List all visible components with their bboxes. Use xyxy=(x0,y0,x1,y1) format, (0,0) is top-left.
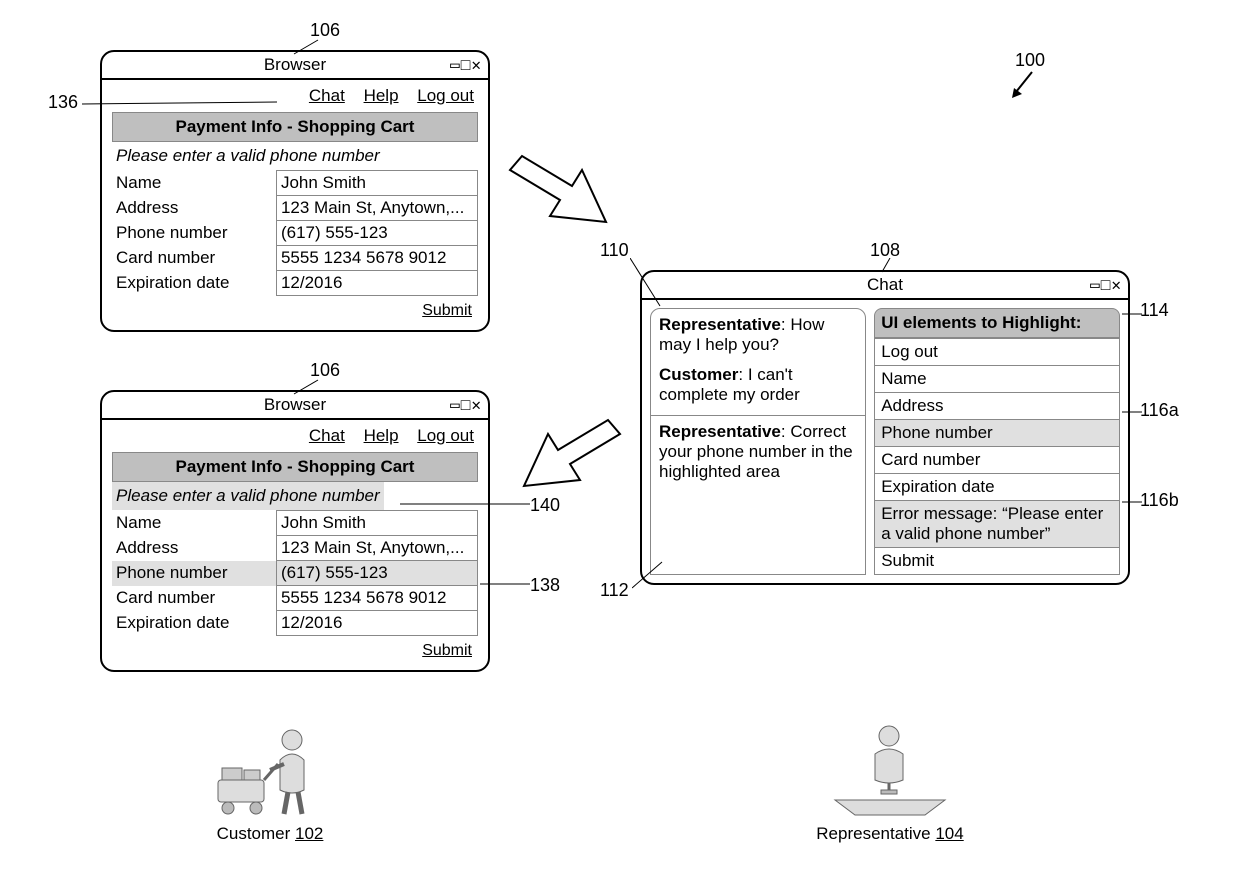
payment-form-2: Name John Smith Address 123 Main St, Any… xyxy=(112,510,478,636)
close-icon[interactable]: ✕ xyxy=(1111,277,1122,295)
ref-116a: 116a xyxy=(1140,400,1179,421)
label-card: Card number xyxy=(112,246,276,271)
browser-window-after: Browser ▭□✕ Chat Help Log out Payment In… xyxy=(100,390,490,672)
input-address[interactable]: 123 Main St, Anytown,... xyxy=(276,196,477,221)
nav-help-2[interactable]: Help xyxy=(364,426,399,445)
row-card-2: Card number 5555 1234 5678 9012 xyxy=(112,586,478,611)
hl-item-phone: Phone number xyxy=(875,420,1120,447)
window-controls: ▭□✕ xyxy=(450,55,482,75)
input-exp[interactable]: 12/2016 xyxy=(276,271,477,296)
customer-icon xyxy=(210,720,330,820)
minimize-icon[interactable]: ▭ xyxy=(450,57,461,75)
ref-136: 136 xyxy=(48,92,78,113)
representative-icon xyxy=(825,720,955,820)
chat-msg-3: Representative: Correct your phone numbe… xyxy=(659,422,857,482)
close-icon[interactable]: ✕ xyxy=(471,57,482,75)
submit-button[interactable]: Submit xyxy=(422,302,472,319)
label-name: Name xyxy=(112,171,276,196)
highlight-panel: UI elements to Highlight: Log out Name A… xyxy=(874,308,1120,575)
input-phone[interactable]: (617) 555-123 xyxy=(276,221,477,246)
nav-bar-2: Chat Help Log out xyxy=(112,424,478,452)
error-message-highlighted: Please enter a valid phone number xyxy=(112,482,384,510)
submit-button-2[interactable]: Submit xyxy=(422,642,472,659)
row-phone-highlighted: Phone number (617) 555-123 xyxy=(112,561,478,586)
nav-logout-2[interactable]: Log out xyxy=(417,426,474,445)
row-name: Name John Smith xyxy=(112,171,478,196)
system-arrow-icon xyxy=(1010,70,1040,100)
label-phone: Phone number xyxy=(112,221,276,246)
minimize-icon[interactable]: ▭ xyxy=(1090,277,1101,295)
row-exp: Expiration date 12/2016 xyxy=(112,271,478,296)
section-title-2: Payment Info - Shopping Cart xyxy=(112,452,478,482)
chat-window: Chat ▭□✕ Representative: How may I help … xyxy=(640,270,1130,585)
row-phone: Phone number (617) 555-123 xyxy=(112,221,478,246)
minimize-icon[interactable]: ▭ xyxy=(450,397,461,415)
input-card[interactable]: 5555 1234 5678 9012 xyxy=(276,246,477,271)
close-icon[interactable]: ✕ xyxy=(471,397,482,415)
section-title: Payment Info - Shopping Cart xyxy=(112,112,478,142)
chat-titlebar: Chat ▭□✕ xyxy=(642,272,1128,300)
chat-msg-1: Representative: How may I help you? xyxy=(659,315,857,355)
ref-116b: 116b xyxy=(1140,490,1179,511)
highlight-panel-title: UI elements to Highlight: xyxy=(874,308,1120,338)
window-controls-2: ▭□✕ xyxy=(450,395,482,415)
payment-form: Name John Smith Address 123 Main St, Any… xyxy=(112,170,478,296)
highlight-list: Log out Name Address Phone number Card n… xyxy=(874,338,1120,575)
row-name-2: Name John Smith xyxy=(112,511,478,536)
browser-title-2: Browser xyxy=(264,395,326,415)
maximize-icon[interactable]: □ xyxy=(1101,277,1112,295)
ref-100: 100 xyxy=(1015,50,1045,71)
hl-item-card: Card number xyxy=(875,447,1120,474)
browser-title: Browser xyxy=(264,55,326,75)
nav-chat[interactable]: Chat xyxy=(309,86,345,105)
nav-chat-2[interactable]: Chat xyxy=(309,426,345,445)
label-exp: Expiration date xyxy=(112,271,276,296)
representative-actor: Representative 104 xyxy=(790,720,990,844)
row-address-2: Address 123 Main St, Anytown,... xyxy=(112,536,478,561)
customer-label: Customer xyxy=(217,824,291,843)
arrow-chat-to-browser xyxy=(500,410,630,510)
arrow-browser-to-chat xyxy=(500,140,630,250)
customer-actor: Customer 102 xyxy=(190,720,350,844)
hl-item-logout: Log out xyxy=(875,339,1120,366)
ref-102: 102 xyxy=(295,824,323,843)
nav-help[interactable]: Help xyxy=(364,86,399,105)
input-name[interactable]: John Smith xyxy=(276,171,477,196)
row-address: Address 123 Main St, Anytown,... xyxy=(112,196,478,221)
nav-logout[interactable]: Log out xyxy=(417,86,474,105)
representative-label: Representative xyxy=(816,824,930,843)
row-card: Card number 5555 1234 5678 9012 xyxy=(112,246,478,271)
ref-104: 104 xyxy=(935,824,963,843)
chat-transcript: Representative: How may I help you? Cust… xyxy=(650,308,866,575)
hl-item-error: Error message: “Please enter a valid pho… xyxy=(875,501,1120,548)
ref-112: 112 xyxy=(600,580,629,601)
hl-item-name: Name xyxy=(875,366,1120,393)
row-exp-2: Expiration date 12/2016 xyxy=(112,611,478,636)
maximize-icon[interactable]: □ xyxy=(461,397,472,415)
label-address: Address xyxy=(112,196,276,221)
hl-item-expiration: Expiration date xyxy=(875,474,1120,501)
error-message: Please enter a valid phone number xyxy=(112,142,478,170)
hl-item-submit: Submit xyxy=(875,548,1120,575)
chat-msg-2: Customer: I can't complete my order xyxy=(659,365,857,405)
maximize-icon[interactable]: □ xyxy=(461,57,472,75)
ref-110: 110 xyxy=(600,240,629,261)
browser-window-before: Browser ▭□✕ Chat Help Log out Payment In… xyxy=(100,50,490,332)
chat-title: Chat xyxy=(867,275,903,295)
hl-item-address: Address xyxy=(875,393,1120,420)
ref-114: 114 xyxy=(1140,300,1169,321)
chat-window-controls: ▭□✕ xyxy=(1090,275,1122,295)
